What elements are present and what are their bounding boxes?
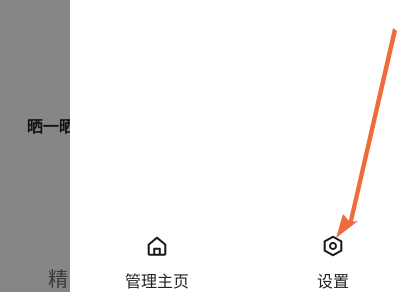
background-text: 晒一晒 [27, 117, 70, 136]
settings-icon [323, 235, 343, 257]
settings-label: 设置 [316, 272, 349, 291]
background-text-bottom: 精 [48, 267, 68, 291]
home-icon [147, 236, 167, 256]
manage-homepage-label: 管理主页 [124, 272, 189, 291]
manage-homepage-button[interactable]: 管理主页 [112, 230, 202, 292]
settings-button[interactable]: 设置 [288, 230, 378, 292]
background-page-overlay[interactable]: 晒一晒 精 [0, 0, 70, 292]
